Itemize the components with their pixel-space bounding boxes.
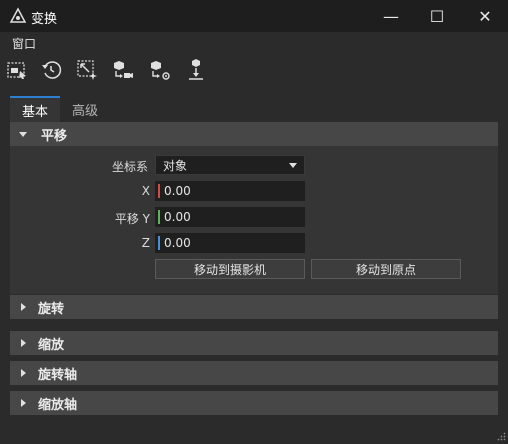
maximize-button[interactable]: ☐ xyxy=(414,0,460,32)
close-button[interactable]: ✕ xyxy=(462,0,508,32)
x-field[interactable]: 0.00 xyxy=(155,181,305,201)
x-value: 0.00 xyxy=(164,184,191,198)
section-scale-axis[interactable]: 缩放轴 xyxy=(10,391,498,415)
section-rotate-label: 旋转 xyxy=(38,301,65,317)
z-axis-marker xyxy=(158,236,160,250)
y-label: 平移 Y xyxy=(114,212,150,226)
expand-arrow-icon xyxy=(21,369,26,377)
y-axis-marker xyxy=(158,210,160,224)
reset-rotation-button[interactable] xyxy=(39,57,65,83)
menu-window[interactable]: 窗口 xyxy=(12,35,36,52)
scale-select-icon xyxy=(77,60,97,80)
minimize-icon: — xyxy=(383,6,399,26)
coord-system-label: 坐标系 xyxy=(111,160,148,174)
resize-grip-icon[interactable] xyxy=(496,432,506,442)
section-rotate-axis-label: 旋转轴 xyxy=(38,367,78,383)
reset-rotation-icon xyxy=(42,61,62,79)
collapse-arrow-icon xyxy=(19,131,27,137)
select-transform-button[interactable] xyxy=(4,57,30,83)
chevron-down-icon xyxy=(289,163,297,168)
toolbar xyxy=(0,54,508,86)
expand-arrow-icon xyxy=(21,339,26,347)
z-field[interactable]: 0.00 xyxy=(155,233,305,253)
place-on-ground-button[interactable] xyxy=(183,57,209,83)
section-translate-label: 平移 xyxy=(41,128,68,144)
z-label: Z xyxy=(141,236,150,250)
coord-system-dropdown[interactable]: 对象 xyxy=(155,155,305,175)
coord-system-value: 对象 xyxy=(163,158,188,173)
expand-arrow-icon xyxy=(21,303,26,311)
tab-advanced[interactable]: 高级 xyxy=(62,96,108,122)
move-object-to-origin-button[interactable] xyxy=(146,57,172,83)
place-on-ground-icon xyxy=(189,59,203,80)
scale-select-button[interactable] xyxy=(74,57,100,83)
section-rotate[interactable]: 旋转 xyxy=(10,295,498,319)
y-field[interactable]: 0.00 xyxy=(155,207,305,227)
move-to-camera-button[interactable]: 移动到摄影机 xyxy=(155,259,305,279)
minimize-button[interactable]: — xyxy=(368,0,414,32)
section-rotate-axis[interactable]: 旋转轴 xyxy=(10,361,498,385)
title-bar: 变换 — ☐ ✕ xyxy=(0,0,508,32)
x-axis-marker xyxy=(158,184,160,198)
tab-basic[interactable]: 基本 xyxy=(10,96,60,122)
move-object-to-camera-icon xyxy=(114,61,133,78)
y-value: 0.00 xyxy=(164,210,191,224)
section-translate[interactable]: 平移 xyxy=(10,122,498,146)
maximize-icon: ☐ xyxy=(429,6,445,26)
move-to-origin-button[interactable]: 移动到原点 xyxy=(311,259,461,279)
z-value: 0.00 xyxy=(164,236,191,250)
expand-arrow-icon xyxy=(21,399,26,407)
move-object-to-origin-icon xyxy=(151,61,170,80)
section-scale-axis-label: 缩放轴 xyxy=(38,397,78,413)
app-icon xyxy=(9,7,27,23)
menu-bar: 窗口 xyxy=(0,32,508,54)
close-icon: ✕ xyxy=(478,6,492,26)
tab-bar: 基本 高级 xyxy=(0,96,508,122)
select-transform-icon xyxy=(7,62,26,79)
section-scale[interactable]: 缩放 xyxy=(10,331,498,355)
x-label: X xyxy=(141,184,150,198)
window-title: 变换 xyxy=(31,12,58,27)
section-scale-label: 缩放 xyxy=(38,337,65,353)
move-object-to-camera-button[interactable] xyxy=(109,57,135,83)
